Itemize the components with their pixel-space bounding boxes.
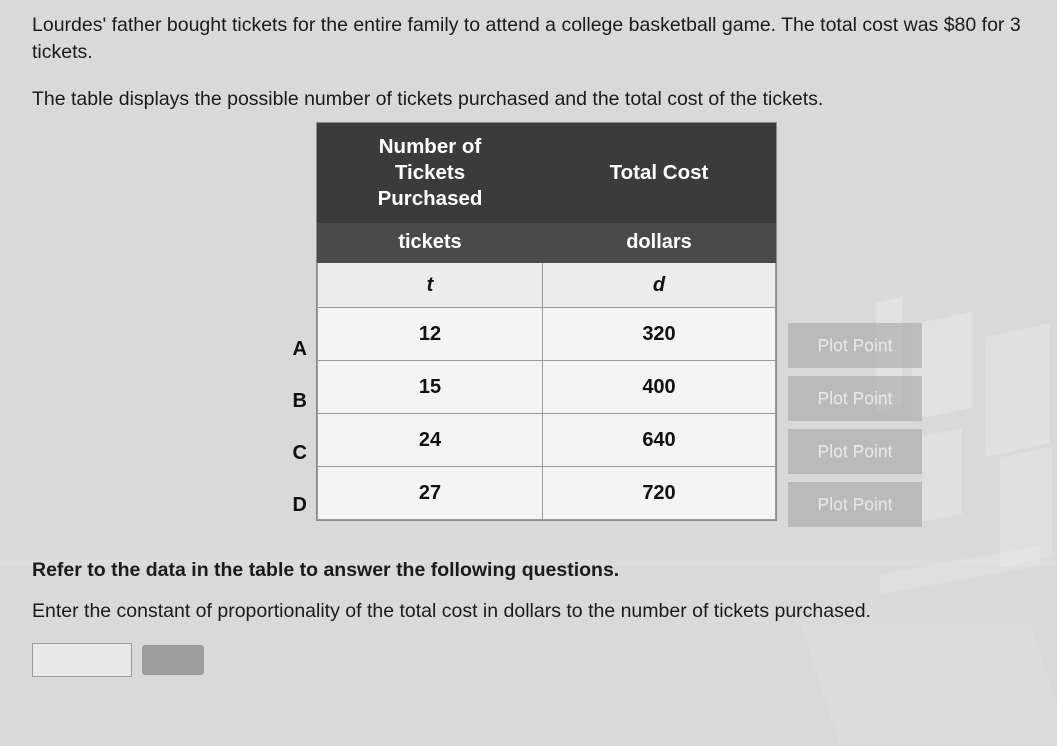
plot-point-button-column: Plot Point Plot Point Plot Point Plot Po…	[788, 323, 922, 535]
row-label: B	[292, 390, 307, 412]
table-header-total-cost: Total Cost	[542, 123, 776, 223]
plot-point-button-b[interactable]: Plot Point	[788, 376, 922, 421]
cell-tickets: 24	[317, 413, 543, 467]
cell-tickets: 12	[317, 307, 543, 361]
table-units-tickets: tickets	[317, 222, 543, 263]
plot-point-button-d[interactable]: Plot Point	[788, 482, 922, 527]
row-label-column: A B C D	[285, 123, 307, 531]
cell-cost: 720	[542, 466, 776, 520]
table-row: 12 320	[317, 307, 776, 361]
refer-instruction-text: Refer to the data in the table to answer…	[32, 559, 620, 581]
cell-tickets: 15	[317, 360, 543, 414]
questions-block: Refer to the data in the table to answer…	[32, 557, 1029, 677]
table-wrapper: A B C D Number of Tickets Purchased Tota…	[285, 123, 922, 531]
plot-point-button-a[interactable]: Plot Point	[788, 323, 922, 368]
cell-tickets: 27	[317, 466, 543, 520]
answer-submit-chip[interactable]	[142, 645, 204, 675]
row-label: D	[292, 494, 307, 516]
tickets-cost-table: Number of Tickets Purchased Total Cost t…	[317, 123, 776, 520]
question-text: Enter the constant of proportionality of…	[32, 600, 871, 622]
table-row: 15 400	[317, 360, 776, 414]
header-line-1: Number of	[378, 135, 482, 158]
problem-intro-text: Lourdes' father bought tickets for the e…	[32, 14, 1021, 63]
variable-d: d	[542, 262, 776, 308]
row-label: A	[292, 338, 307, 360]
cell-cost: 400	[542, 360, 776, 414]
variable-t: t	[317, 262, 543, 308]
table-row: 24 640	[317, 413, 776, 467]
table-row: 27 720	[317, 466, 776, 520]
cell-cost: 320	[542, 307, 776, 361]
table-row-variables: t d	[317, 262, 776, 308]
cell-cost: 640	[542, 413, 776, 467]
header-line-3: Purchased	[377, 187, 483, 210]
table-header-tickets: Number of Tickets Purchased	[317, 123, 543, 223]
table-units-dollars: dollars	[542, 222, 776, 263]
header-line-2: Tickets	[394, 161, 466, 184]
row-label: C	[292, 442, 307, 464]
worksheet-page: Lourdes' father bought tickets for the e…	[0, 0, 1057, 677]
answer-row	[32, 643, 1029, 677]
answer-input[interactable]	[32, 643, 132, 677]
table-area: A B C D Number of Tickets Purchased Tota…	[32, 123, 1029, 531]
table-caption-text: The table displays the possible number o…	[32, 88, 824, 110]
plot-point-button-c[interactable]: Plot Point	[788, 429, 922, 474]
